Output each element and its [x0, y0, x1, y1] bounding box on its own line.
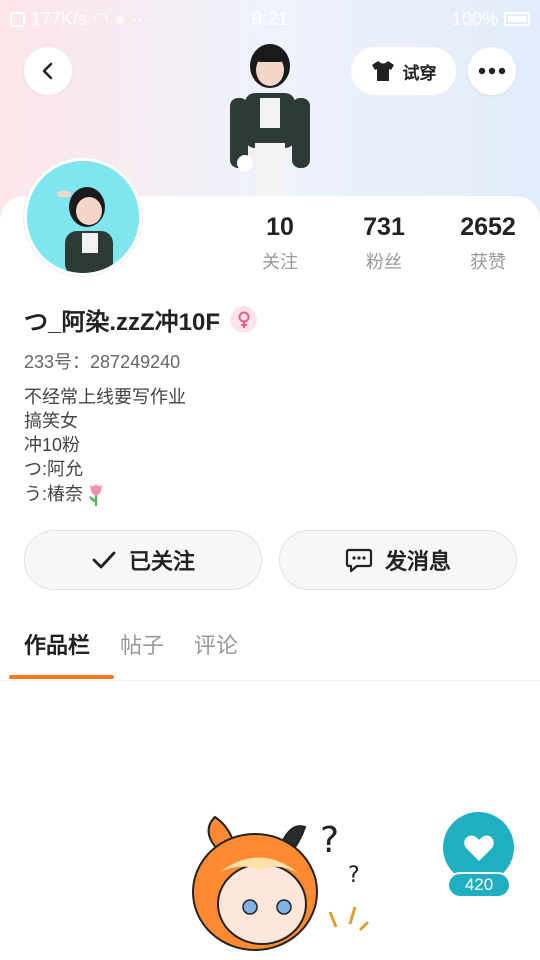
bio: 不经常上线要写作业 搞笑女 冲10粉 つ:阿允 う:椿奈 [24, 385, 186, 507]
bio-line: 搞笑女 [24, 411, 78, 431]
stat-label: 关注 [262, 252, 298, 272]
tab-comments[interactable]: 评论 [194, 628, 238, 668]
profile-stats: 10 关注 731 粉丝 2652 获赞 [228, 212, 540, 274]
back-button[interactable] [24, 47, 72, 95]
chat-bubble-icon [345, 548, 373, 573]
battery-icon [504, 12, 530, 26]
content-tabs: 作品栏 帖子 评论 [24, 628, 238, 668]
avatar-illustration [27, 161, 139, 273]
like-count: 420 [447, 872, 511, 898]
stat-following[interactable]: 10 关注 [228, 212, 332, 274]
bio-line: 不经常上线要写作业 [24, 387, 186, 407]
tab-works[interactable]: 作品栏 [24, 628, 90, 668]
svg-text:?: ? [320, 820, 339, 861]
female-icon [230, 306, 258, 333]
avatar-3d-figure [230, 44, 310, 198]
heart-icon [463, 835, 494, 861]
status-bar: 177K/s ◠ ● ··· 9:21 100% [0, 0, 540, 38]
try-on-label: 试穿 [402, 63, 437, 83]
message-label: 发消息 [384, 549, 451, 574]
stat-value: 2652 [460, 213, 516, 241]
tab-divider [0, 680, 540, 681]
followed-button[interactable]: 已关注 [24, 530, 262, 590]
more-button[interactable] [468, 47, 516, 95]
stat-label: 获赞 [470, 252, 506, 272]
avatar[interactable] [24, 158, 142, 276]
bio-line: う:椿奈 [24, 484, 84, 504]
chevron-left-icon [42, 62, 53, 80]
tab-posts[interactable]: 帖子 [120, 628, 164, 668]
stat-value: 10 [266, 213, 294, 241]
stat-label: 粉丝 [366, 252, 402, 272]
bio-line: 冲10粉 [24, 435, 81, 455]
check-icon [92, 551, 116, 569]
tshirt-icon [371, 61, 394, 81]
stat-value: 731 [363, 213, 405, 241]
username: つ_阿染.zzZ冲10F [24, 302, 258, 337]
message-button[interactable]: 发消息 [279, 530, 517, 590]
stat-followers[interactable]: 731 粉丝 [332, 212, 436, 274]
followed-label: 已关注 [128, 549, 195, 574]
svg-text:?: ? [348, 863, 360, 888]
username-text: つ_阿染.zzZ冲10F [24, 309, 221, 336]
tulip-icon [89, 484, 103, 506]
work-thumbnail[interactable]: ? ? [180, 812, 380, 960]
active-tab-indicator [9, 675, 114, 679]
bio-line: つ:阿允 [24, 459, 84, 479]
stat-likes[interactable]: 2652 获赞 [436, 212, 540, 274]
more-dots-icon [478, 67, 506, 75]
user-id: 233号：287249240 [24, 352, 181, 372]
try-on-button[interactable]: 试穿 [351, 47, 456, 95]
status-time: 9:21 [251, 9, 289, 30]
